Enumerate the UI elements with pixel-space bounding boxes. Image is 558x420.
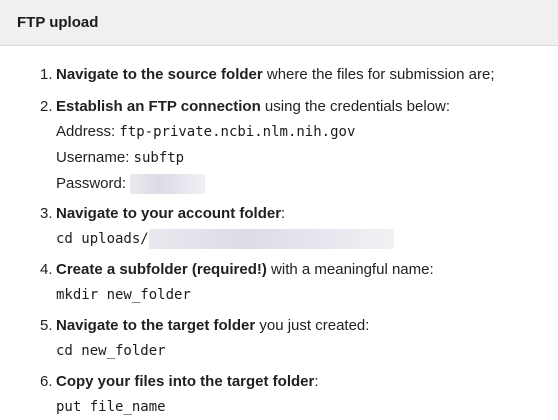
step-3: 3. Navigate to your account folder: cd up… [40,201,394,252]
address-value: ftp-private.ncbi.nlm.nih.gov [119,124,356,140]
step-5-line: 5. Navigate to the target folder you just… [40,313,369,338]
step-heading: Navigate to the target folder [56,317,256,334]
step-number: 6. [40,373,53,390]
account-folder-redacted [148,229,394,250]
username-value: subftp [133,150,185,166]
panel-header: FTP upload [0,0,558,46]
address-label: Address: [56,123,116,140]
step-1: 1. Navigate to the source folder where th… [40,62,495,87]
account-command: cd uploads/ [56,231,149,247]
mkdir-command: mkdir new_folder [56,287,191,303]
step-text: : [314,373,319,390]
step-text: where the files for submission are; [262,66,495,83]
step-2-line: 2. Establish an FTP connection using the … [40,94,450,119]
panel-title: FTP upload [17,14,99,31]
step-heading: Copy your files into the target folder [56,373,315,390]
step-heading: Navigate to the source folder [56,66,263,83]
mkdir-command-row: mkdir new_folder [56,282,434,308]
step-6-line: 6. Copy your files into the target folder… [40,369,319,394]
step-3-line: 3. Navigate to your account folder: [40,201,394,226]
step-heading: Create a subfolder (required!) [56,261,267,278]
put-command: put file_name [56,399,166,415]
step-6: 6. Copy your files into the target folder… [40,369,319,420]
step-1-line: 1. Navigate to the source folder where th… [40,62,495,87]
step-number: 2. [40,98,53,115]
cd-command: cd new_folder [56,343,166,359]
address-row: Address: ftp-private.ncbi.nlm.nih.gov [56,119,450,145]
cd-command-row: cd new_folder [56,338,369,364]
step-number: 5. [40,317,53,334]
username-row: Username: subftp [56,145,450,171]
step-5: 5. Navigate to the target folder you just… [40,313,369,364]
step-text: using the credentials below: [260,98,451,115]
password-label: Password: [56,175,127,192]
password-row: Password: [56,171,450,196]
step-heading: Navigate to your account folder [56,205,282,222]
username-label: Username: [56,149,130,166]
account-command-row: cd uploads/ [56,226,394,252]
step-text: : [281,205,286,222]
step-heading: Establish an FTP connection [56,98,261,115]
step-text: you just created: [255,317,370,334]
password-redacted [130,174,206,195]
step-4: 4. Create a subfolder (required!) with a … [40,257,434,308]
step-number: 1. [40,66,53,83]
step-number: 4. [40,261,53,278]
step-number: 3. [40,205,53,222]
step-2: 2. Establish an FTP connection using the … [40,94,450,196]
step-4-line: 4. Create a subfolder (required!) with a … [40,257,434,282]
step-text: with a meaningful name: [266,261,434,278]
put-command-row: put file_name [56,394,319,420]
